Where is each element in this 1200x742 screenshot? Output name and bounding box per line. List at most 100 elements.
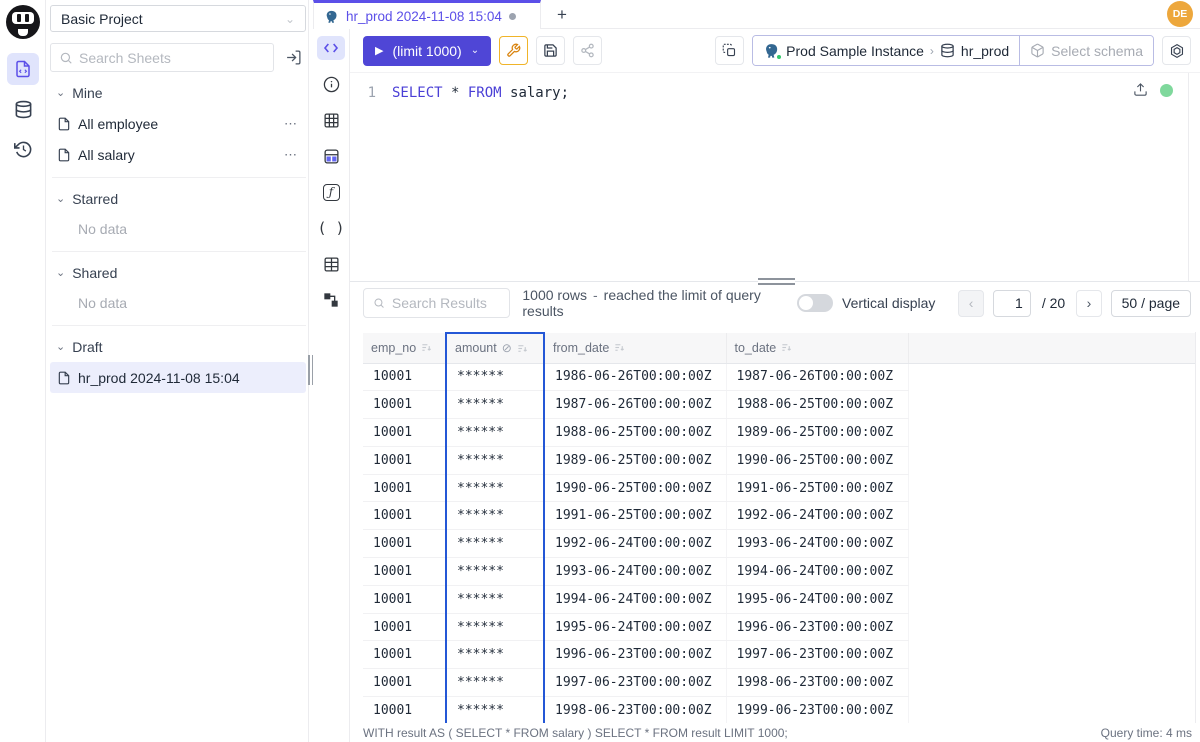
sort-icon[interactable] bbox=[421, 342, 432, 353]
table-cell[interactable]: ****** bbox=[446, 558, 544, 586]
database-selector[interactable]: Prod Sample Instance › hr_prod bbox=[753, 36, 1019, 65]
editor-scrollbar[interactable] bbox=[1188, 73, 1189, 282]
schema-selector[interactable]: Select schema bbox=[1019, 36, 1153, 65]
results-search-input[interactable] bbox=[392, 295, 500, 311]
next-page-button[interactable]: › bbox=[1076, 290, 1101, 317]
table-cell[interactable]: 1987-06-26T00:00:00Z bbox=[726, 363, 908, 391]
sheet-item-all-employee[interactable]: All employee ⋯ bbox=[50, 108, 306, 139]
table-cell[interactable]: 1989-06-25T00:00:00Z bbox=[544, 446, 726, 474]
rail-tab-procedures[interactable]: ( ) bbox=[317, 216, 345, 240]
column-header-to-date[interactable]: to_date bbox=[726, 333, 908, 363]
table-cell[interactable]: 1996-06-23T00:00:00Z bbox=[544, 641, 726, 669]
table-cell[interactable]: 1989-06-25T00:00:00Z bbox=[726, 419, 908, 447]
rail-tab-external-tables[interactable] bbox=[317, 144, 345, 168]
vertical-display-toggle[interactable] bbox=[797, 294, 833, 312]
table-cell[interactable]: 10001 bbox=[363, 363, 446, 391]
table-cell[interactable]: 1997-06-23T00:00:00Z bbox=[726, 641, 908, 669]
rail-item-worksheets[interactable] bbox=[0, 49, 46, 89]
rail-tab-views[interactable] bbox=[317, 252, 345, 276]
ai-assistant-button[interactable] bbox=[1162, 36, 1191, 65]
rail-tab-schema-diagram[interactable] bbox=[317, 288, 345, 312]
save-sheet-button[interactable] bbox=[536, 36, 565, 65]
table-cell[interactable]: 10001 bbox=[363, 391, 446, 419]
more-icon[interactable]: ⋯ bbox=[284, 147, 298, 163]
table-cell[interactable]: ****** bbox=[446, 697, 544, 723]
table-cell[interactable]: 1997-06-23T00:00:00Z bbox=[544, 669, 726, 697]
table-cell[interactable]: ****** bbox=[446, 530, 544, 558]
table-cell[interactable]: 10001 bbox=[363, 585, 446, 613]
rail-item-databases[interactable] bbox=[0, 89, 46, 129]
table-cell[interactable]: 1988-06-25T00:00:00Z bbox=[544, 419, 726, 447]
table-cell[interactable]: 1990-06-25T00:00:00Z bbox=[726, 446, 908, 474]
table-cell[interactable]: 10001 bbox=[363, 558, 446, 586]
table-cell[interactable]: 1995-06-24T00:00:00Z bbox=[726, 585, 908, 613]
tab-worksheet[interactable]: hr_prod 2024-11-08 15:04 bbox=[313, 0, 541, 29]
page-size-select[interactable]: 50 / page bbox=[1111, 290, 1191, 317]
table-cell[interactable]: 1992-06-24T00:00:00Z bbox=[544, 530, 726, 558]
table-cell[interactable]: 10001 bbox=[363, 419, 446, 447]
table-cell[interactable]: 1990-06-25T00:00:00Z bbox=[544, 474, 726, 502]
table-cell[interactable]: 1988-06-25T00:00:00Z bbox=[726, 391, 908, 419]
table-cell[interactable]: 1993-06-24T00:00:00Z bbox=[726, 530, 908, 558]
results-search[interactable] bbox=[363, 288, 510, 318]
import-sheet-button[interactable] bbox=[280, 45, 306, 71]
table-cell[interactable]: 1994-06-24T00:00:00Z bbox=[726, 558, 908, 586]
sheet-item-all-salary[interactable]: All salary ⋯ bbox=[50, 139, 306, 170]
new-tab-button[interactable]: + bbox=[549, 2, 575, 27]
run-query-button[interactable]: ▶ (limit 1000) ⌄ bbox=[363, 36, 491, 66]
table-cell[interactable]: ****** bbox=[446, 446, 544, 474]
table-cell[interactable]: 1987-06-26T00:00:00Z bbox=[544, 391, 726, 419]
section-draft[interactable]: ⌄ Draft bbox=[50, 332, 306, 362]
sheet-search[interactable] bbox=[50, 43, 274, 72]
table-cell[interactable]: 10001 bbox=[363, 474, 446, 502]
table-cell[interactable]: 1992-06-24T00:00:00Z bbox=[726, 502, 908, 530]
bytebase-logo[interactable] bbox=[6, 5, 40, 39]
more-icon[interactable]: ⋯ bbox=[284, 116, 298, 132]
sort-icon[interactable] bbox=[517, 343, 528, 354]
sql-editor[interactable]: 1 SELECT * FROM salary; bbox=[350, 72, 1200, 281]
section-starred[interactable]: ⌄ Starred bbox=[50, 184, 306, 214]
table-cell[interactable]: 1991-06-25T00:00:00Z bbox=[726, 474, 908, 502]
format-sql-button[interactable] bbox=[499, 36, 528, 65]
page-number-input[interactable] bbox=[993, 290, 1031, 317]
table-cell[interactable]: 1996-06-23T00:00:00Z bbox=[726, 613, 908, 641]
results-resize-handle[interactable] bbox=[758, 278, 795, 285]
project-select[interactable]: Basic Project ⌄ bbox=[50, 5, 306, 32]
table-cell[interactable]: ****** bbox=[446, 669, 544, 697]
table-cell[interactable]: ****** bbox=[446, 419, 544, 447]
table-cell[interactable]: 10001 bbox=[363, 641, 446, 669]
rail-tab-info[interactable] bbox=[317, 72, 345, 96]
section-shared[interactable]: ⌄ Shared bbox=[50, 258, 306, 288]
table-cell[interactable]: 10001 bbox=[363, 613, 446, 641]
table-cell[interactable]: 10001 bbox=[363, 502, 446, 530]
table-cell[interactable]: 1995-06-24T00:00:00Z bbox=[544, 613, 726, 641]
rail-tab-tables[interactable] bbox=[317, 108, 345, 132]
table-cell[interactable]: ****** bbox=[446, 474, 544, 502]
section-mine[interactable]: ⌄ Mine bbox=[50, 78, 306, 108]
rail-tab-code[interactable] bbox=[317, 36, 345, 60]
table-cell[interactable]: 10001 bbox=[363, 446, 446, 474]
table-cell[interactable]: 1999-06-23T00:00:00Z bbox=[726, 697, 908, 723]
prev-page-button[interactable]: ‹ bbox=[958, 290, 983, 317]
table-cell[interactable]: ****** bbox=[446, 391, 544, 419]
column-header-from-date[interactable]: from_date bbox=[544, 333, 726, 363]
batch-query-button[interactable] bbox=[715, 36, 744, 65]
rail-item-history[interactable] bbox=[0, 129, 46, 169]
user-avatar[interactable]: DE bbox=[1167, 1, 1193, 27]
table-cell[interactable]: 1994-06-24T00:00:00Z bbox=[544, 585, 726, 613]
rail-tab-functions[interactable]: ƒ bbox=[317, 180, 345, 204]
column-header-emp-no[interactable]: emp_no bbox=[363, 333, 446, 363]
sheet-search-input[interactable] bbox=[79, 50, 265, 66]
table-cell[interactable]: ****** bbox=[446, 613, 544, 641]
table-cell[interactable]: ****** bbox=[446, 585, 544, 613]
share-sheet-button[interactable] bbox=[573, 36, 602, 65]
table-cell[interactable]: ****** bbox=[446, 363, 544, 391]
sheet-item-draft[interactable]: hr_prod 2024-11-08 15:04 bbox=[50, 362, 306, 393]
table-cell[interactable]: 1986-06-26T00:00:00Z bbox=[544, 363, 726, 391]
column-header-amount[interactable]: amount⊘ bbox=[446, 333, 544, 363]
sort-icon[interactable] bbox=[781, 342, 792, 353]
table-cell[interactable]: 1991-06-25T00:00:00Z bbox=[544, 502, 726, 530]
table-cell[interactable]: 1993-06-24T00:00:00Z bbox=[544, 558, 726, 586]
table-cell[interactable]: 1998-06-23T00:00:00Z bbox=[726, 669, 908, 697]
table-cell[interactable]: 10001 bbox=[363, 697, 446, 723]
